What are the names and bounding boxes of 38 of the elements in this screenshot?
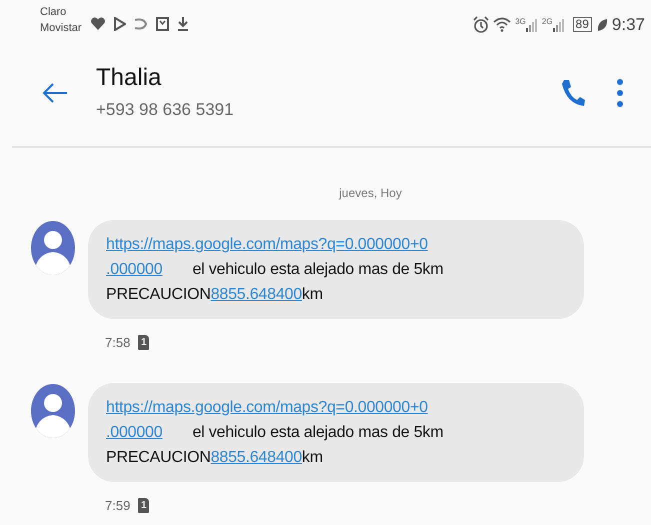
clock-time: 9:37: [612, 14, 645, 36]
heart-icon: [90, 16, 106, 30]
leaf-icon: [596, 18, 608, 32]
carrier-name: Claro: [40, 5, 68, 20]
message-text: https://maps.google.com/maps?q=0.000000+0 .000000 el vehiculo esta alejado mas de 5km PRECAUCION8855.648400km: [106, 398, 444, 468]
alarm-icon: [473, 16, 490, 34]
avatar-icon: [30, 382, 76, 438]
network-label: 2G: [542, 18, 553, 26]
network-label: 3G: [515, 18, 526, 26]
message-link[interactable]: https://maps.google.com/maps?q=0.000000+0: [106, 236, 428, 253]
mailbox-icon: [156, 16, 169, 30]
message-link[interactable]: https://maps.google.com/maps?q=0.000000+0: [106, 398, 428, 416]
date-divider: jueves, Hoy: [338, 185, 403, 202]
message-link[interactable]: .000000: [106, 424, 162, 440]
signal-icon: [552, 18, 565, 32]
carrier-name: Movistar: [40, 21, 82, 36]
more-button[interactable]: [617, 78, 623, 108]
play-icon: [114, 16, 126, 30]
more-icon: [617, 78, 623, 108]
message-link[interactable]: .000000: [106, 261, 162, 278]
phone-number: +593 98 636 5391: [96, 99, 234, 122]
phone-icon: [559, 78, 585, 108]
message-time: 7:58: [105, 334, 130, 352]
swirl-icon: [134, 18, 148, 30]
sim-card-icon: 1: [138, 335, 150, 350]
download-icon: [176, 16, 189, 31]
avatar-icon: [30, 220, 76, 276]
signal-icon: [526, 18, 538, 32]
message-text: https://maps.google.com/maps?q=0.000000+0 .000000 el vehiculo esta alejado mas de 5km PRECAUCION8855.648400km: [106, 235, 444, 305]
wifi-icon: [493, 17, 512, 32]
battery-level: 89: [572, 17, 592, 32]
message-link[interactable]: 8855.648400: [210, 448, 302, 466]
message-time: 7:59: [105, 496, 130, 514]
back-arrow-icon: [42, 82, 68, 104]
message-link[interactable]: 8855.648400: [210, 286, 302, 303]
back-button[interactable]: [42, 81, 68, 105]
contact-name: Thalia: [96, 63, 162, 94]
sim-card-icon: 1: [138, 498, 150, 513]
